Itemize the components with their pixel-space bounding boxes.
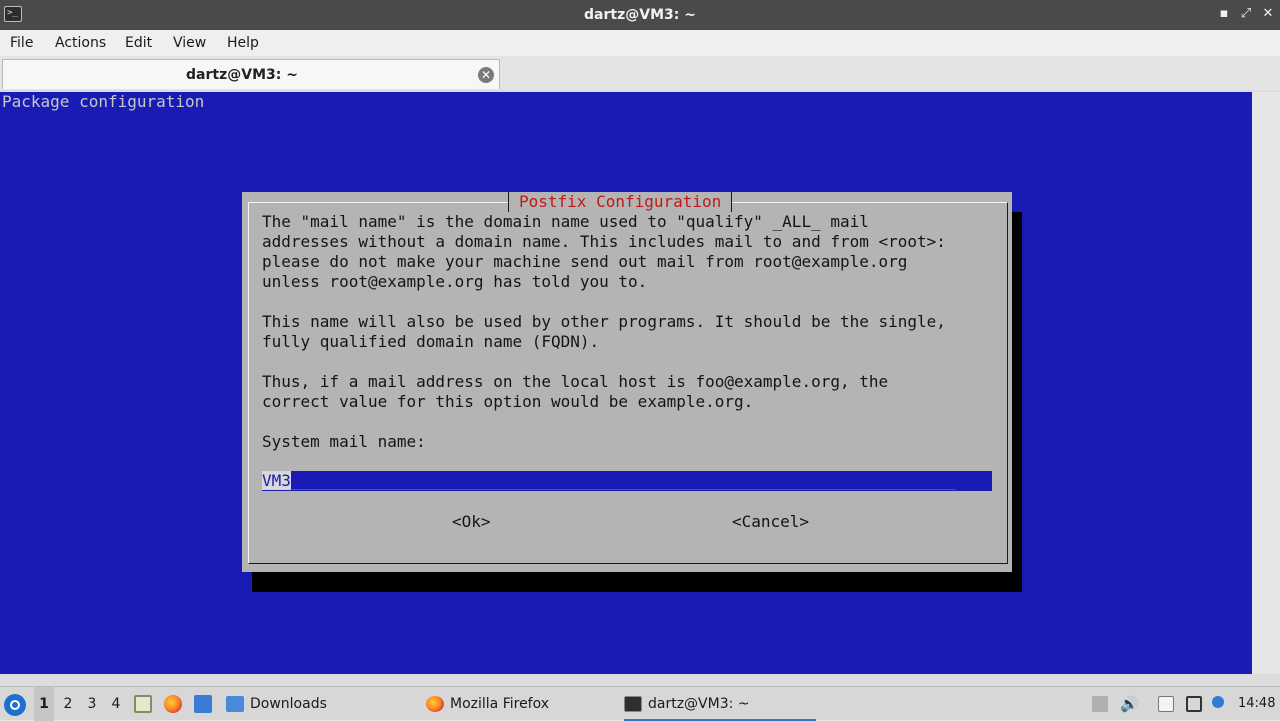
close-button[interactable]: ✕ [1260,6,1276,22]
menu-bar: File Actions Edit View Help [0,30,1280,56]
dialog-text-line: unless root@example.org has told you to. [262,272,648,291]
task-label: Downloads [250,696,327,712]
network-icon[interactable] [1186,696,1202,712]
volume-icon[interactable]: 🔊 [1120,696,1139,712]
folder-icon [226,696,244,712]
tab-close-icon[interactable]: ✕ [478,67,494,83]
dialog-text-line: The "mail name" is the domain name used … [262,212,869,231]
file-manager-launcher-icon[interactable] [134,695,152,713]
desktop-1-button[interactable]: 1 [34,687,54,721]
clipboard-icon[interactable] [1158,696,1174,712]
terminal-area: Package configuration Postfix Configurat… [0,90,1280,686]
system-mail-name-label: System mail name: [262,432,426,451]
terminal-scrollbar[interactable] [1252,92,1280,674]
dialog-text-line: correct value for this option would be e… [262,392,754,411]
start-menu-icon[interactable] [4,694,26,716]
minimize-button[interactable]: ▪ [1216,6,1232,22]
dialog-text-line: please do not make your machine send out… [262,252,908,271]
dialog-text-line: addresses without a domain name. This in… [262,232,946,251]
terminal-tab[interactable]: dartz@VM3: ~ ✕ [2,59,500,89]
ok-button[interactable]: <Ok> [452,512,491,532]
postfix-dialog: Postfix Configuration The "mail name" is… [242,192,1012,572]
terminal-icon [624,696,642,712]
maximize-button[interactable]: ⤢ [1238,6,1254,22]
tray-expand-icon[interactable] [1092,696,1108,712]
menu-file[interactable]: File [10,30,33,56]
menu-edit[interactable]: Edit [125,30,152,56]
clock[interactable]: 14:48 [1238,687,1275,721]
desktop-launcher-icon[interactable] [194,695,212,713]
dialog-text-line: fully qualified domain name (FQDN). [262,332,600,351]
dialog-text-line: This name will also be used by other pro… [262,312,946,331]
system-mail-name-input[interactable]: VM3_____________________________________… [262,471,992,491]
menu-view[interactable]: View [173,30,206,56]
tab-bar: dartz@VM3: ~ ✕ [0,56,1280,90]
menu-actions[interactable]: Actions [55,30,106,56]
task-label: Mozilla Firefox [450,696,550,712]
window-titlebar: >_ dartz@VM3: ~ ▪ ⤢ ✕ [0,0,1280,30]
task-firefox[interactable]: Mozilla Firefox [426,687,616,721]
task-downloads[interactable]: Downloads [226,687,416,721]
desktop-2-button[interactable]: 2 [58,687,78,721]
taskbar: 1 2 3 4 Downloads Mozilla Firefox dartz@… [0,686,1280,721]
package-configuration-header: Package configuration [2,92,205,111]
dialog-title: Postfix Configuration [508,192,733,212]
input-value: VM3 [262,471,291,490]
cancel-button[interactable]: <Cancel> [732,512,809,532]
terminal-screen[interactable]: Package configuration Postfix Configurat… [0,92,1252,674]
menu-help[interactable]: Help [227,30,259,56]
dialog-text-line: Thus, if a mail address on the local hos… [262,372,889,391]
window-title: dartz@VM3: ~ [584,7,696,23]
tab-title: dartz@VM3: ~ [186,67,298,83]
notification-icon[interactable] [1212,696,1224,708]
desktop-4-button[interactable]: 4 [106,687,126,721]
desktop-3-button[interactable]: 3 [82,687,102,721]
firefox-icon [426,696,444,712]
task-terminal[interactable]: dartz@VM3: ~ [624,687,816,721]
input-fill: ________________________________________… [290,471,956,490]
firefox-launcher-icon[interactable] [164,695,182,713]
task-label: dartz@VM3: ~ [648,696,750,712]
